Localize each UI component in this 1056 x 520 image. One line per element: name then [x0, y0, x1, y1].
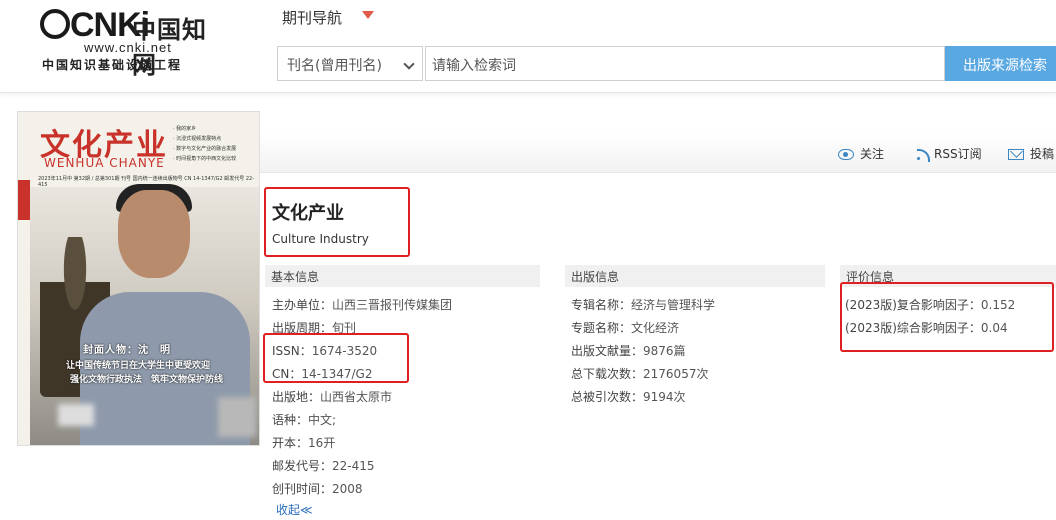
- row-value: 文化经济: [631, 321, 680, 335]
- rss-button[interactable]: RSS订阅: [917, 145, 982, 162]
- basic-info-row: 创刊时间：2008: [272, 480, 363, 497]
- basic-info-row: 语种：中文;: [272, 411, 336, 428]
- cover-bullets: · 我的家乡 · 沉浸式视频发展特点 · 数字与文化产业的融合发展 · 时间视角…: [173, 124, 259, 164]
- row-label: 语种：: [272, 413, 309, 427]
- row-value: 2008: [332, 482, 363, 496]
- basic-info-heading: 基本信息: [265, 265, 540, 287]
- search-placeholder: 请输入检索词: [432, 58, 516, 74]
- rss-icon: [917, 149, 930, 162]
- cover-bullet: · 沉浸式视频发展特点: [173, 136, 222, 142]
- row-label: 创刊时间：: [272, 482, 333, 496]
- basic-info-row: 邮发代号：22-415: [272, 457, 375, 474]
- row-value: 山西三晋报刊传媒集团: [332, 298, 453, 312]
- top-header: CNKi 中国知网 www.cnki.net 中国知识基础设施工程 期刊导航 刊…: [0, 0, 1056, 93]
- publish-info-row: 出版文献量：9876篇: [571, 342, 686, 359]
- publish-info-row: 总下载次数：2176057次: [571, 365, 708, 382]
- highlight-box-impact: [840, 282, 1054, 352]
- eye-icon: [838, 149, 854, 160]
- rss-label: RSS订阅: [934, 147, 982, 161]
- row-value: 2176057次: [643, 367, 709, 381]
- row-label: 出版地：: [272, 390, 321, 404]
- logo-url: www.cnki.net: [84, 40, 172, 55]
- journal-nav-link[interactable]: 期刊导航: [282, 7, 342, 28]
- row-label: 专辑名称：: [571, 298, 632, 312]
- submit-label: 投稿: [1030, 147, 1055, 161]
- search-field-value: 刊名(曾用刊名): [287, 58, 382, 74]
- row-label: 出版文献量：: [571, 344, 644, 358]
- row-value: 22-415: [332, 459, 375, 473]
- publish-info-row: 专辑名称：经济与管理科学: [571, 296, 715, 313]
- cover-bullet: · 我的家乡: [173, 126, 197, 132]
- publish-info-row: 总被引次数：9194次: [571, 388, 686, 405]
- cover-side-band: [18, 180, 30, 220]
- search-field-select[interactable]: 刊名(曾用刊名): [277, 46, 423, 81]
- row-label: 开本：: [272, 436, 309, 450]
- highlight-box-title: [264, 187, 410, 257]
- search-input[interactable]: 请输入检索词: [425, 46, 945, 81]
- blurred-region: [218, 397, 256, 437]
- cover-bullet: · 时间视角下的中西文化比较: [173, 156, 237, 162]
- chevron-down-icon: [403, 58, 415, 70]
- cover-person-head: [118, 190, 190, 278]
- publish-info-row: 专题名称：文化经济: [571, 319, 679, 336]
- cnki-logo[interactable]: CNKi 中国知网 www.cnki.net 中国知识基础设施工程: [40, 6, 230, 79]
- row-value: 经济与管理科学: [631, 298, 716, 312]
- row-label: 总下载次数：: [571, 367, 644, 381]
- basic-info-row: 出版地：山西省太原市: [272, 388, 392, 405]
- cover-issue-line: 2023年11月中 第32期 / 总第301期 刊号 国内统一连续出版物号 CN…: [38, 176, 255, 188]
- cover-pinyin: WENHUA CHANYE: [44, 156, 165, 170]
- row-value: 中文;: [308, 413, 337, 427]
- cover-caption-3: 强化文物行政执法 筑牢文物保护防线: [70, 375, 224, 385]
- cover-caption-2: 让中国传统节日在大学生中更受欢迎: [66, 361, 211, 371]
- row-label: 专题名称：: [571, 321, 632, 335]
- row-label: 邮发代号：: [272, 459, 333, 473]
- follow-button[interactable]: 关注: [838, 145, 884, 162]
- row-value: 16开: [308, 436, 336, 450]
- collapse-link[interactable]: 收起≪: [276, 501, 313, 518]
- submit-button[interactable]: 投稿: [1008, 145, 1054, 162]
- row-value: 9876篇: [643, 344, 686, 358]
- cover-caption-1: 封面人物：沈 明: [83, 345, 171, 356]
- search-button[interactable]: 出版来源检索: [945, 46, 1056, 81]
- journal-cover-image: 文化产业 WENHUA CHANYE · 我的家乡 · 沉浸式视频发展特点 · …: [17, 111, 260, 446]
- basic-info-row: 主办单位：山西三晋报刊传媒集团: [272, 296, 452, 313]
- row-value: 9194次: [643, 390, 686, 404]
- row-label: 总被引次数：: [571, 390, 644, 404]
- follow-label: 关注: [860, 147, 885, 161]
- publish-info-heading: 出版信息: [565, 265, 825, 287]
- caret-down-icon[interactable]: [362, 11, 374, 19]
- mail-icon: [1008, 149, 1024, 160]
- logo-subtitle: 中国知识基础设施工程: [42, 58, 183, 72]
- cover-bullet: · 数字与文化产业的融合发展: [173, 146, 237, 152]
- row-value: 山西省太原市: [320, 390, 393, 404]
- globe-icon: [40, 9, 70, 39]
- blurred-region: [58, 404, 94, 426]
- basic-info-row: 开本：16开: [272, 434, 335, 451]
- row-label: 主办单位：: [272, 298, 333, 312]
- highlight-box-issn: [263, 333, 409, 383]
